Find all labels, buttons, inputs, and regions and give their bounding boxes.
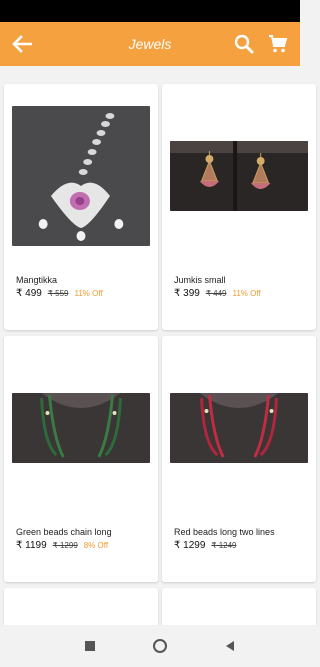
circle-icon <box>153 639 167 653</box>
back-button[interactable] <box>0 22 44 66</box>
product-mrp: ₹ 559 <box>47 289 69 298</box>
search-button[interactable] <box>232 32 256 56</box>
product-card[interactable]: Green beads chain long ₹ 1199 ₹ 1299 8% … <box>4 336 158 582</box>
home-button[interactable] <box>150 636 170 656</box>
product-card[interactable]: Red beads long two lines ₹ 1299 ₹ 1249 <box>162 336 316 582</box>
product-card[interactable]: Mangtikka ₹ 499 ₹ 559 11% Off <box>4 84 158 330</box>
triangle-back-icon <box>226 641 234 651</box>
product-price: ₹ 1199 <box>16 540 47 551</box>
product-image <box>12 106 150 246</box>
back-nav-button[interactable] <box>220 636 240 656</box>
product-image <box>170 393 308 463</box>
product-price: ₹ 1299 <box>174 540 206 551</box>
product-price: ₹ 399 <box>174 288 200 299</box>
cart-button[interactable] <box>266 32 290 56</box>
cart-icon <box>269 35 288 53</box>
product-image <box>170 141 308 211</box>
discount-badge: 11% Off <box>74 289 103 298</box>
product-name: Jumkis small <box>174 275 226 285</box>
search-icon <box>234 34 254 54</box>
arrow-left-icon <box>12 35 32 53</box>
product-name: Red beads long two lines <box>174 527 275 537</box>
discount-badge: 11% Off <box>232 289 261 298</box>
system-nav-bar <box>0 625 320 667</box>
recents-button[interactable] <box>80 636 100 656</box>
product-grid: Mangtikka ₹ 499 ₹ 559 11% Off Jumkis sma… <box>4 84 316 628</box>
discount-badge: 8% Off <box>83 541 109 550</box>
product-name: Green beads chain long <box>16 527 112 537</box>
product-mrp: ₹ 1299 <box>52 541 78 550</box>
product-card[interactable] <box>162 588 316 628</box>
product-image <box>12 393 150 463</box>
product-card[interactable] <box>4 588 158 628</box>
status-bar <box>0 0 300 22</box>
square-icon <box>85 641 95 651</box>
product-price: ₹ 499 <box>16 288 42 299</box>
product-mrp: ₹ 1249 <box>211 541 237 550</box>
app-bar: Jewels <box>0 22 300 66</box>
product-card[interactable]: Jumkis small ₹ 399 ₹ 449 11% Off <box>162 84 316 330</box>
product-mrp: ₹ 449 <box>205 289 227 298</box>
product-name: Mangtikka <box>16 275 58 285</box>
